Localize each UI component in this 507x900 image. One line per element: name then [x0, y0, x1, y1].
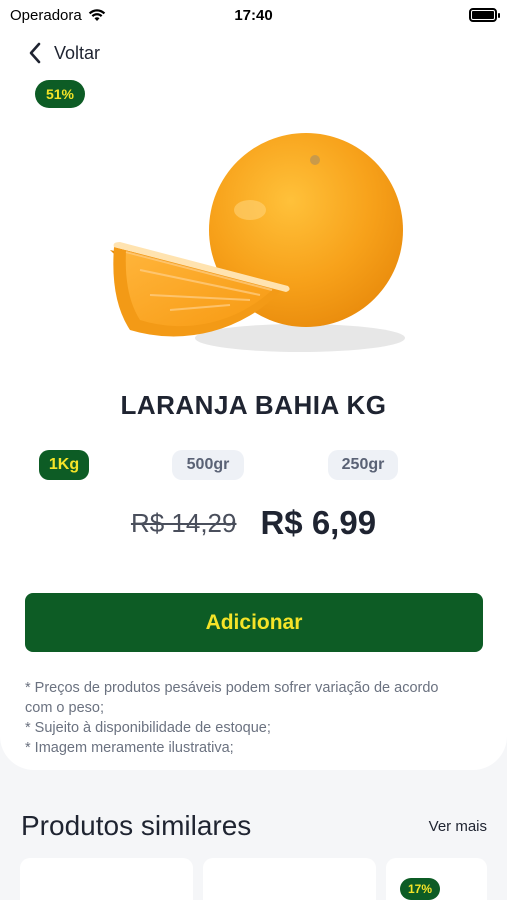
back-button[interactable]: Voltar	[28, 42, 100, 64]
weight-option-500gr[interactable]: 500gr	[172, 450, 244, 480]
similar-product-card[interactable]: 17%	[386, 858, 487, 900]
similar-discount-badge: 17%	[400, 878, 440, 900]
weight-option-1kg[interactable]: 1Kg	[39, 450, 89, 480]
note-stock: * Sujeito à disponibilidade de estoque;	[25, 720, 271, 736]
weight-options: 1Kg 500gr 250gr	[0, 450, 507, 480]
old-price: R$ 14,29	[130, 507, 237, 538]
wifi-icon	[88, 9, 105, 21]
similar-products-header: Produtos similares Ver mais	[21, 810, 487, 842]
carrier-label: Operadora	[10, 6, 82, 24]
current-price: R$ 6,99	[260, 504, 377, 541]
battery-icon	[469, 8, 500, 22]
product-title: LARANJA BAHIA KG	[120, 390, 387, 420]
product-image	[110, 133, 405, 352]
note-weight-variation: * Preços de produtos pesáveis podem sofr…	[25, 680, 439, 716]
discount-badge: 51%	[35, 80, 85, 108]
product-card: Voltar 51% LARANJA BAHIA KG 1Kg 500gr 25	[0, 30, 507, 770]
status-left: Operadora	[10, 7, 106, 24]
note-illustrative: * Imagem meramente ilustrativa;	[25, 740, 234, 756]
back-label: Voltar	[54, 42, 101, 63]
similar-product-card[interactable]	[20, 858, 193, 900]
status-bar: Operadora 17:40	[0, 0, 507, 30]
weight-option-250gr[interactable]: 250gr	[328, 450, 398, 480]
add-button[interactable]: Adicionar	[25, 593, 483, 652]
see-more-link[interactable]: Ver mais	[429, 818, 487, 835]
chevron-left-icon	[29, 42, 41, 64]
similar-products-title: Produtos similares	[21, 810, 252, 841]
price-row: R$ 14,29 R$ 6,99	[0, 504, 507, 542]
product-notes: * Preços de produtos pesáveis podem sofr…	[25, 678, 465, 758]
similar-product-card[interactable]	[203, 858, 376, 900]
